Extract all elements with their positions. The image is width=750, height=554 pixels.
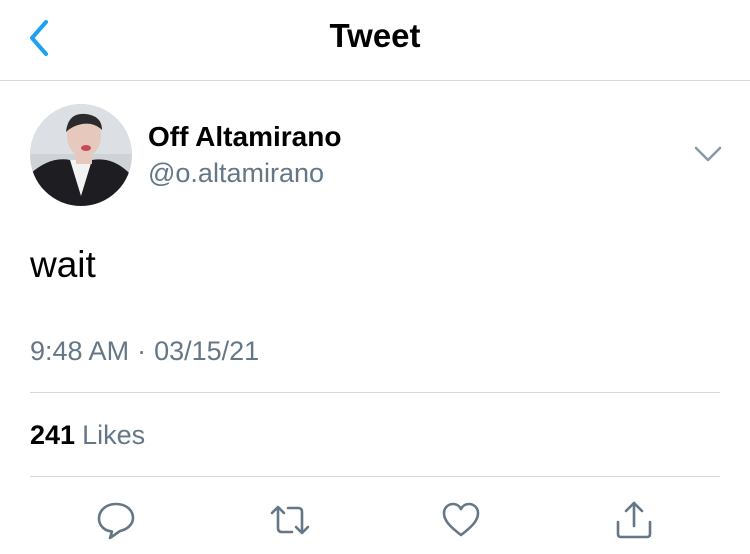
like-button[interactable]	[441, 500, 481, 540]
divider	[30, 476, 720, 477]
retweet-button[interactable]	[270, 500, 310, 540]
share-icon	[616, 501, 652, 539]
tweet-menu-button[interactable]	[692, 140, 724, 168]
author-handle[interactable]: @o.altamirano	[148, 158, 324, 189]
page-title: Tweet	[329, 17, 421, 54]
reply-button[interactable]	[96, 500, 136, 540]
tweet-date: 03/15/21	[154, 336, 260, 366]
share-button[interactable]	[614, 500, 654, 540]
likes-stat[interactable]: 241 Likes	[30, 420, 145, 451]
divider	[30, 392, 720, 393]
retweet-icon	[270, 505, 310, 535]
author-name[interactable]: Off Altamirano	[148, 121, 341, 153]
top-bar: Tweet	[0, 0, 750, 81]
reply-icon	[97, 502, 135, 540]
tweet-text: wait	[30, 244, 96, 285]
tweet-time: 9:48 AM	[30, 336, 130, 366]
likes-label: Likes	[82, 420, 146, 450]
timestamp-separator: ·	[137, 336, 147, 366]
tweet-timestamp: 9:48 AM · 03/15/21	[30, 336, 259, 367]
avatar-image	[30, 104, 132, 206]
heart-icon	[442, 502, 480, 537]
likes-count: 241	[30, 420, 76, 450]
chevron-down-icon	[694, 146, 722, 162]
avatar[interactable]	[30, 104, 132, 206]
